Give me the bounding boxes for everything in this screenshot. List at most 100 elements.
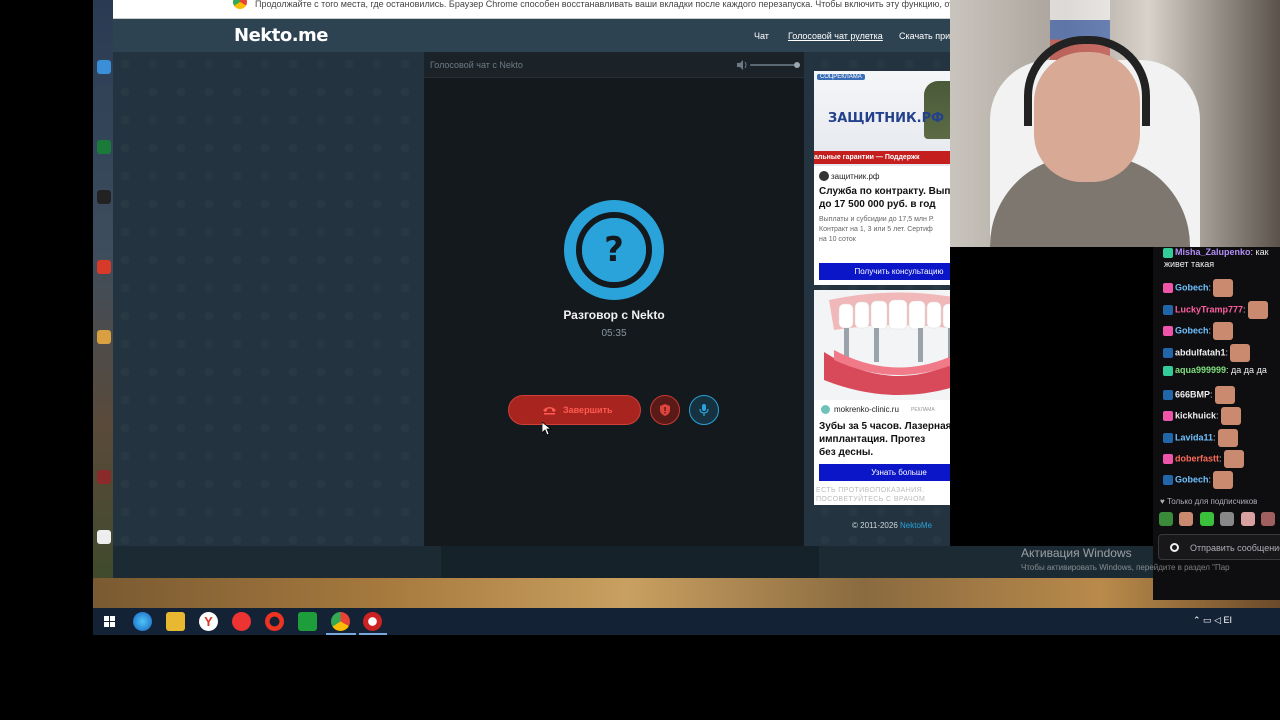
- desktop-app-icon[interactable]: [97, 470, 111, 484]
- emote-icon[interactable]: [1261, 512, 1276, 526]
- volume-slider-knob[interactable]: [794, 62, 800, 68]
- emote-icon[interactable]: [1179, 512, 1194, 526]
- chat-message: Gobech:: [1163, 322, 1280, 340]
- mouse-cursor-icon: [542, 422, 552, 436]
- tray-network-icon[interactable]: ▭: [1203, 615, 1214, 625]
- windows-start-icon[interactable]: [104, 616, 115, 627]
- chrome-taskbar-icon[interactable]: [331, 612, 350, 631]
- ad-red-strip: альные гарантии — Поддержк: [814, 151, 950, 164]
- windows-taskbar: Y ⌃ ▭ ◁ EI: [93, 608, 1280, 635]
- system-tray[interactable]: ⌃ ▭ ◁ EI: [1193, 615, 1232, 626]
- copyright-text: © 2011-2026: [852, 521, 901, 530]
- chat-message-input[interactable]: Отправить сообщение: [1158, 534, 1280, 560]
- ad-text: Выплаты и субсидии до 17,5 млн Р. Контра…: [819, 216, 935, 243]
- ad-disclaimer: ЕСТЬ ПРОТИВОПОКАЗАНИЯ. ПОСОВЕТУЙТЕСЬ С В…: [816, 487, 926, 503]
- partner-name: Разговор с Nekto: [563, 308, 665, 322]
- app-icon[interactable]: [298, 612, 317, 631]
- end-call-label: Завершить: [563, 405, 613, 415]
- desktop-app-icon[interactable]: [97, 140, 111, 154]
- chrome-icon: [233, 0, 247, 9]
- clinic-favicon-icon: [821, 405, 830, 414]
- tray-language[interactable]: EI: [1223, 615, 1232, 625]
- chat-badge-icon: [1163, 305, 1173, 315]
- chat-badge-icon: [1163, 411, 1173, 421]
- tray-chevron-icon[interactable]: ⌃: [1193, 615, 1203, 625]
- yandex-icon[interactable]: [232, 612, 251, 631]
- emote-icon[interactable]: [1220, 512, 1235, 526]
- active-indicator: [326, 633, 356, 635]
- chat-username[interactable]: Lavida11: [1175, 432, 1213, 442]
- chat-text: :: [1216, 410, 1219, 421]
- chat-emote-icon: [1217, 429, 1238, 447]
- chat-message: 666BMP:: [1163, 386, 1280, 404]
- ad-domain[interactable]: mokrenko-clinic.ru: [834, 405, 899, 414]
- desktop-app-icon[interactable]: [97, 190, 111, 204]
- emote-icon[interactable]: [1199, 512, 1214, 526]
- emote-icon[interactable]: [1159, 512, 1173, 526]
- obs-icon[interactable]: [363, 612, 382, 631]
- opera-icon[interactable]: [265, 612, 284, 631]
- ad-domain[interactable]: защитник.рф: [831, 172, 879, 181]
- chat-points-icon[interactable]: [1170, 543, 1179, 552]
- copyright: © 2011-2026 NektoMe: [852, 521, 932, 530]
- nav-voice-roulette-link[interactable]: Голосовой чат рулетка: [788, 31, 883, 41]
- ad-contract-service[interactable]: СОЦРЕКЛАМА ЗАЩИТНИК.РФ альные гарантии —…: [814, 71, 950, 285]
- chat-message: kickhuick:: [1163, 407, 1280, 425]
- chat-message: Gobech:: [1163, 471, 1280, 489]
- voice-chat-panel: Голосовой чат с Nekto ? Разговор с Nekto…: [424, 52, 804, 546]
- ad-banner-image: СОЦРЕКЛАМА ЗАЩИТНИК.РФ альные гарантии —…: [814, 71, 950, 166]
- chat-text: :: [1213, 432, 1216, 443]
- chat-username[interactable]: Gobech: [1175, 474, 1209, 484]
- volume-slider[interactable]: [750, 64, 798, 66]
- nav-download-link[interactable]: Скачать прил: [899, 31, 950, 41]
- volume-icon[interactable]: [737, 60, 748, 70]
- question-mark-icon: ?: [604, 230, 624, 270]
- yandex-browser-icon[interactable]: Y: [199, 612, 218, 631]
- screen: Продолжайте с того места, где остановили…: [0, 0, 1280, 720]
- emote-icon[interactable]: [1240, 512, 1255, 526]
- learn-more-button[interactable]: Узнать больше: [819, 464, 950, 481]
- chat-username[interactable]: Gobech: [1175, 282, 1209, 292]
- chat-message: abdulfatah1:: [1163, 344, 1280, 362]
- site-logo[interactable]: Nekto.me: [234, 25, 329, 46]
- chat-text: :: [1225, 347, 1229, 358]
- nektome-link[interactable]: NektoMe: [900, 521, 932, 530]
- chat-badge-icon: [1163, 365, 1173, 376]
- chat-username[interactable]: Gobech: [1175, 325, 1209, 335]
- ad-headline[interactable]: Служба по контракту. Выпл до 17 500 000 …: [819, 185, 950, 211]
- file-explorer-icon[interactable]: [166, 612, 185, 631]
- report-shield-button[interactable]: [650, 395, 680, 425]
- chat-message: Misha_Zalupenko: как: [1163, 247, 1280, 258]
- voice-chat-header: Голосовой чат с Nekto: [424, 52, 804, 78]
- dental-implant-image: •••: [814, 290, 950, 400]
- get-consultation-button[interactable]: Получить консультацию: [819, 263, 950, 280]
- edge-icon[interactable]: [133, 612, 152, 631]
- desktop-app-icon[interactable]: [97, 60, 111, 74]
- chat-username[interactable]: kickhuick: [1175, 410, 1216, 420]
- windows-activation-text: Чтобы активировать Windows, перейдите в …: [1021, 563, 1230, 572]
- ad-dental-clinic[interactable]: ••• mokrenko-clinic.ru РЕКЛАМА Зубы за 5…: [814, 290, 950, 505]
- chat-badge-icon: [1163, 475, 1173, 485]
- ad-brand: ЗАЩИТНИК.РФ: [828, 111, 945, 126]
- desktop-app-icon[interactable]: [97, 530, 111, 544]
- site-favicon-icon: [819, 171, 829, 181]
- chat-message: LuckyTramp777:: [1163, 301, 1280, 319]
- chat-badge-icon: [1163, 390, 1173, 400]
- chat-username[interactable]: 666BMP: [1175, 389, 1210, 399]
- chat-text: : как: [1250, 247, 1269, 257]
- end-call-button[interactable]: Завершить: [508, 395, 641, 425]
- partner-avatar: ?: [564, 200, 664, 300]
- ad-headline[interactable]: Зубы за 5 часов. Лазерная имплантация. П…: [819, 420, 950, 459]
- desktop-app-icon[interactable]: [97, 260, 111, 274]
- windows-activation-title: Активация Windows: [1021, 546, 1132, 560]
- chat-username[interactable]: abdulfatah1: [1175, 347, 1226, 357]
- headset: [1024, 36, 1150, 126]
- desktop-app-icon[interactable]: [97, 330, 111, 344]
- chat-username[interactable]: Misha_Zalupenko: [1175, 247, 1251, 257]
- nav-chat-link[interactable]: Чат: [754, 31, 769, 41]
- chat-username[interactable]: aqua999999: [1175, 365, 1226, 375]
- microphone-button[interactable]: [689, 395, 719, 425]
- chat-username[interactable]: LuckyTramp777: [1175, 304, 1243, 314]
- webcam-overlay: [950, 0, 1280, 247]
- chat-username[interactable]: doberfastt: [1175, 453, 1219, 463]
